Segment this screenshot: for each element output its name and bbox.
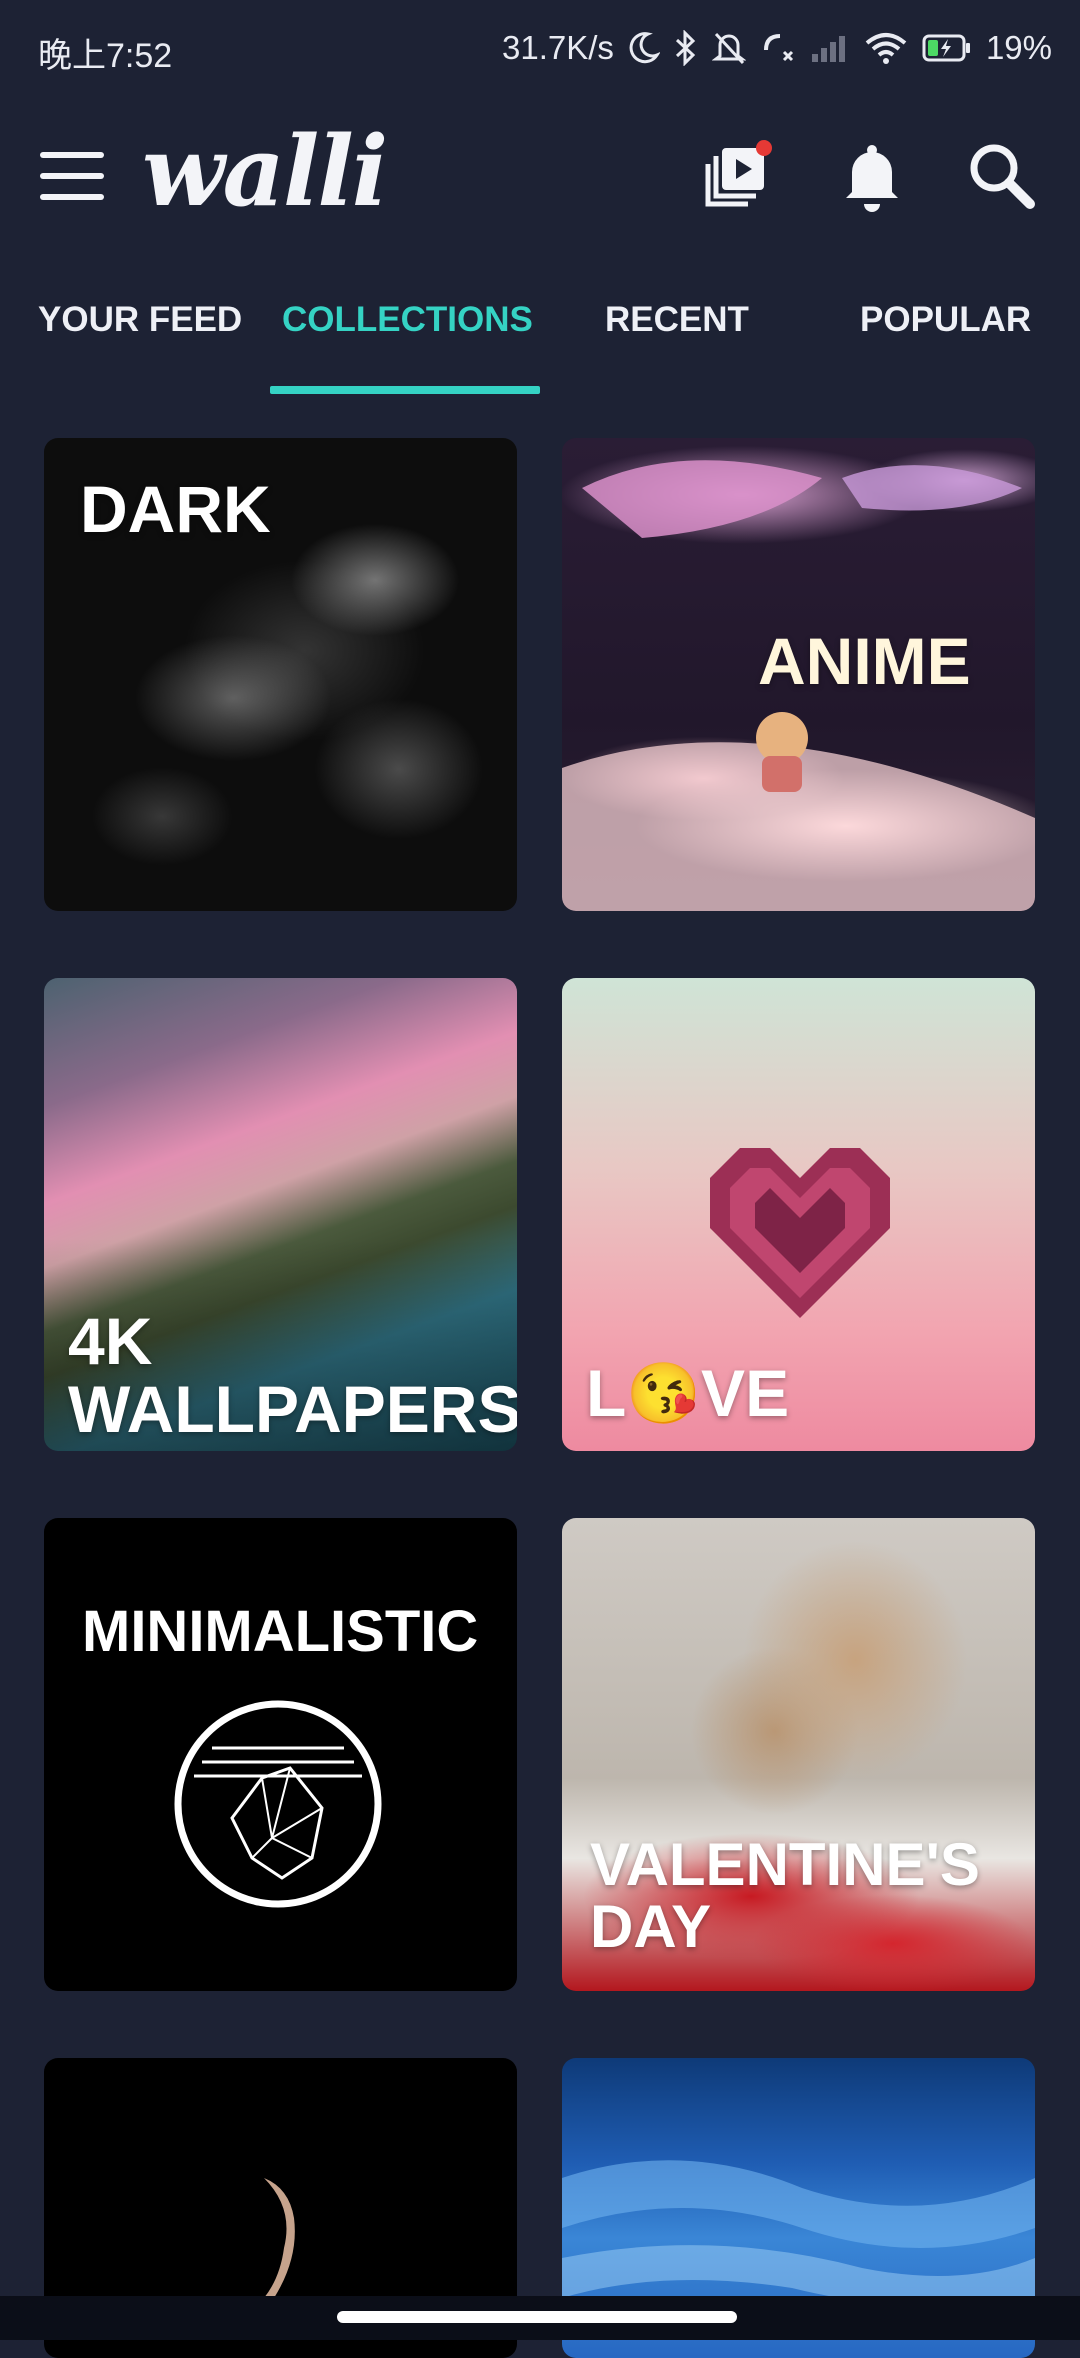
moon-icon: [628, 31, 660, 65]
battery-percent: 19%: [985, 29, 1052, 66]
collection-label-prefix: L: [586, 1356, 627, 1430]
status-icons: 31.7K/s 19%: [502, 24, 1052, 72]
wifi-icon: [864, 31, 908, 65]
collection-label-suffix: VE: [701, 1356, 790, 1430]
active-tab-indicator: [270, 386, 540, 394]
tab-bar: YOUR FEED COLLECTIONS RECENT POPULAR: [0, 280, 1080, 395]
mute-bell-icon: [711, 30, 746, 66]
collection-card-4k-wallpapers[interactable]: 4K WALLPAPERS: [44, 978, 517, 1451]
collection-label: MINIMALISTIC: [82, 1599, 479, 1664]
bluetooth-icon: [674, 30, 698, 66]
status-bar: 晚上7:52 31.7K/s 19%: [0, 0, 1080, 100]
home-indicator[interactable]: [337, 2311, 737, 2323]
no-call-icon: [760, 30, 796, 66]
menu-icon[interactable]: [38, 148, 110, 204]
collection-label-line1: 4K: [68, 1304, 153, 1378]
collection-label-line2: WALLPAPERS: [68, 1371, 517, 1446]
collection-card-dark[interactable]: DARK: [44, 438, 517, 911]
collection-card-minimalistic[interactable]: MINIMALISTIC: [44, 1518, 517, 1991]
bell-icon[interactable]: [830, 134, 914, 218]
collection-label: DARK: [80, 472, 271, 546]
pixel-heart-artwork: [710, 1148, 890, 1318]
face-artwork: [264, 2178, 295, 2298]
video-collection-icon[interactable]: [698, 134, 782, 218]
battery-icon: [922, 33, 972, 63]
collection-label-line2: DAY: [590, 1892, 712, 1960]
search-icon[interactable]: [960, 134, 1044, 218]
collection-card-love[interactable]: L 😘 VE: [562, 978, 1035, 1451]
network-speed: 31.7K/s: [502, 29, 614, 66]
status-time: 晚上7:52: [38, 37, 173, 75]
collection-label: L 😘 VE: [586, 1356, 790, 1430]
iceberg-logo-icon: [174, 1700, 382, 1908]
tab-your-feed[interactable]: YOUR FEED: [38, 300, 242, 340]
tab-recent[interactable]: RECENT: [605, 300, 749, 340]
collection-label: VALENTINE'S DAY: [590, 1834, 980, 1958]
app-bar: walli: [0, 110, 1080, 240]
app-logo: walli: [142, 115, 388, 228]
collection-card-anime[interactable]: ANIME: [562, 438, 1035, 911]
collection-label-line1: VALENTINE'S: [590, 1831, 980, 1898]
tab-collections[interactable]: COLLECTIONS: [282, 300, 533, 340]
collection-card-valentines-day[interactable]: VALENTINE'S DAY: [562, 1518, 1035, 1991]
signal-icon: [810, 32, 850, 64]
collection-label: 4K WALLPAPERS: [68, 1304, 517, 1446]
tab-popular[interactable]: POPULAR: [860, 300, 1031, 340]
collection-label: ANIME: [758, 624, 971, 698]
kiss-emoji-icon: 😘: [626, 1360, 702, 1428]
